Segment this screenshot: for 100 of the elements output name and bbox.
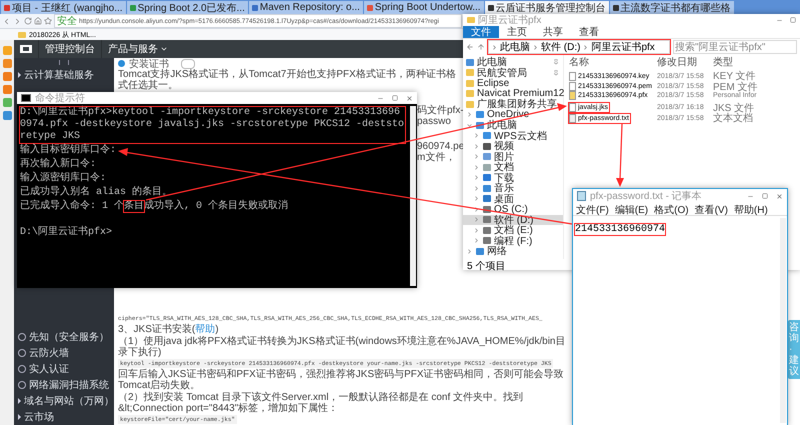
back-icon[interactable] [466,43,474,51]
home-icon[interactable] [34,17,42,25]
browser-tab[interactable]: Maven Repository: o... [248,1,363,14]
browser-tab[interactable]: Spring Boot 2.0已发布... [126,1,248,14]
chevron-right-icon[interactable] [473,184,480,192]
ribbon-tab[interactable]: 查看 [571,26,607,38]
maximize-icon[interactable] [392,95,398,101]
chevron-right-icon[interactable] [473,237,480,244]
forward-icon[interactable] [13,16,22,26]
console-line: 输入源密钥库口令: [20,173,108,185]
sidebar-item[interactable]: 云市场 [14,409,114,425]
caret-icon [18,414,21,420]
nav-item[interactable]: Navicat Premium12 [463,88,563,99]
chevron-right-icon[interactable] [466,248,473,255]
star-icon[interactable] [44,17,52,25]
chevron-right-icon[interactable] [473,195,480,202]
menu-item[interactable]: 编辑(E) [614,203,648,215]
nav-item[interactable]: 音乐 [463,183,563,194]
browser-tab[interactable]: 主流数字证书都有哪些格 [610,1,734,14]
nav-item[interactable]: 网络 [463,246,563,256]
nav-item[interactable]: 此电脑 [463,120,563,130]
chevron-right-icon[interactable] [473,142,480,150]
nav-item[interactable]: Eclipse [463,78,563,88]
maximize-icon[interactable] [790,17,796,23]
chevron-right-icon [582,44,590,50]
chevron-right-icon[interactable] [473,216,480,224]
browser-tab[interactable]: Spring Boot Undertow... [364,1,484,14]
sidebar-item[interactable]: 域名与网站（万网） [14,393,114,409]
caret-icon [160,45,168,53]
search-field[interactable]: 搜索"阿里云证书pfx" [673,40,797,54]
intro-text: Tomcat支持JKS格式证书，从Tomcat7开始也支持PFX格式证书，两种证书格式任选其一。 [118,69,457,91]
window-title: 阿里云证书pfx [478,14,542,26]
nav-item[interactable]: 编程 (F:) [463,236,563,246]
column-header[interactable]: 名称 [569,55,657,69]
caret-icon [18,398,21,404]
section-title: 安装证书 [129,58,169,70]
nav-item[interactable]: 桌面 [463,194,563,204]
nav-item[interactable]: 视频 [463,141,563,152]
browser-tab[interactable]: 项目 - 王继红 (wangjho... [1,1,126,14]
ribbon-tab[interactable]: 共享 [535,26,571,38]
chevron-right-icon[interactable] [473,174,480,182]
sidebar-item[interactable]: 网络漏洞扫描系统 [14,377,114,393]
nav-item[interactable]: 文档 (E:) [463,225,563,236]
text-content[interactable]: 214533136960974 [575,224,666,235]
chevron-right-icon[interactable] [473,206,480,213]
menu-item[interactable]: 查看(V) [694,203,728,215]
browser-tab[interactable]: 云盾证书服务管理控制台 [484,1,609,14]
nav-item[interactable]: OneDrive [463,110,563,120]
menu-item[interactable]: 文件(F) [576,203,609,215]
reload-icon[interactable] [24,17,32,25]
file-type: PEM 文件 [713,80,758,92]
nav-item[interactable]: 此电脑 [463,57,563,68]
paragraph-fragment: 码文件pfx-passwo [417,105,465,127]
column-header[interactable]: 修改日期 [657,55,713,69]
up-icon[interactable] [477,43,485,51]
annotation-arrow [616,124,624,187]
nav-item[interactable]: 图片 [463,152,563,162]
file-type: 文本文档 [713,112,754,125]
folder-icon [467,17,475,23]
console-line: D:\阿里云证书pfx> [20,227,114,239]
close-icon[interactable] [776,192,783,200]
breadcrumb-item[interactable]: 软件 (D:) [541,40,580,54]
ribbon-tab[interactable]: 文件 [463,26,499,38]
nav-item[interactable]: WPS云文档 [463,130,563,141]
sidebar-item[interactable]: 云防火墙 [14,345,114,361]
breadcrumb-item[interactable]: 阿里云证书pfx [591,40,655,54]
step-text: （1）使用java jdk将PFX格式证书转换为JKS格式证书(windows环境注意在%JAVA_HOME%/jdk/bin目录下执行) [118,336,566,358]
folder-icon [18,32,26,38]
breadcrumb-bar[interactable]: 此电脑 软件 (D:) 阿里云证书pfx [488,40,670,54]
menu-item[interactable]: 帮助(H) [734,203,768,215]
console-line: 再次输入新口令: [20,159,98,171]
chevron-down-icon[interactable] [466,122,473,129]
scrollbar[interactable] [780,218,786,423]
close-icon[interactable] [406,94,413,102]
chevron-right-icon [532,44,539,50]
breadcrumb-item[interactable]: 此电脑 [500,40,530,54]
chevron-right-icon[interactable] [473,132,480,140]
ribbon-tab[interactable]: 主页 [499,26,535,38]
file-type: KEY 文件 [713,70,757,82]
nav-item[interactable]: 下载 [463,172,563,183]
sidebar-item[interactable]: 云计算基础服务 [14,67,114,83]
chevron-right-icon[interactable] [473,164,480,171]
column-header[interactable]: 类型 [713,55,800,69]
maximize-icon[interactable] [762,193,768,199]
console-line: 输入目标密钥库口令: [20,145,118,157]
note-text: 回车后输入JKS证书密码和PFX证书密码，强烈推荐将JKS密码与PFX证书密码相同，否则可能会导致Tomcat启动失败。 [118,369,565,391]
chevron-right-icon[interactable] [466,111,473,118]
nav-item[interactable]: 广服集团财务共享 [463,99,563,110]
nav-item[interactable]: OS (C:) [463,204,563,214]
chevron-right-icon[interactable] [473,226,480,234]
sidebar-item[interactable]: 实人认证 [14,361,114,377]
menu-item[interactable]: 格式(O) [654,203,689,215]
grip-icon[interactable] [59,60,69,65]
nav-item[interactable]: 文档 [463,162,563,172]
help-link[interactable]: 帮助 [195,324,216,335]
chevron-right-icon[interactable] [473,153,480,160]
nav-item[interactable]: 民航安管局 [463,68,563,78]
back-icon[interactable] [2,16,11,26]
sidebar-item[interactable]: 先知（安全服务） [14,329,114,345]
scrollbar[interactable] [410,106,416,286]
